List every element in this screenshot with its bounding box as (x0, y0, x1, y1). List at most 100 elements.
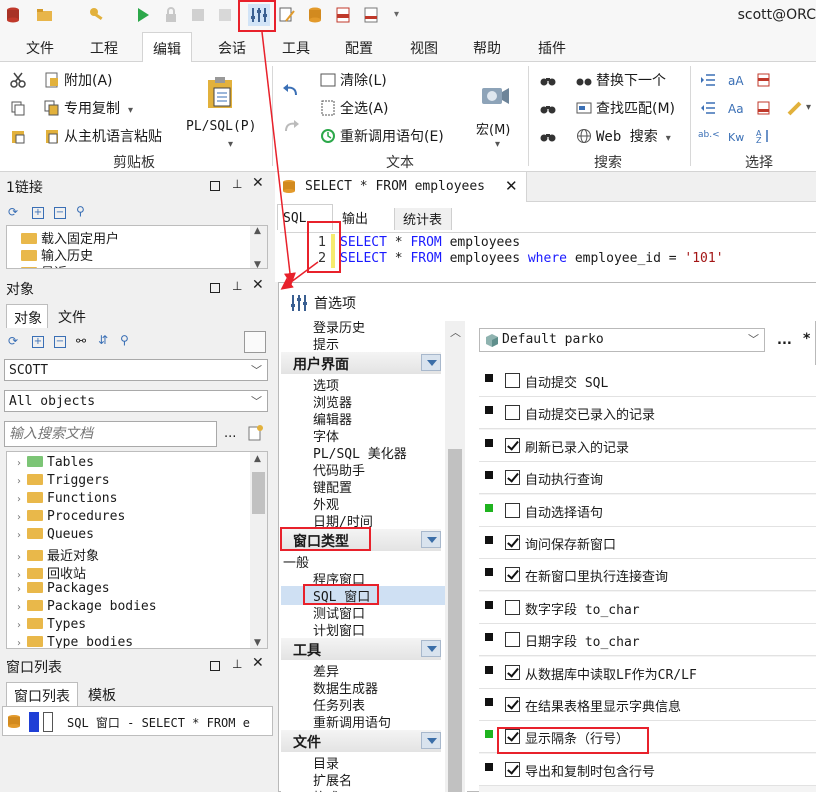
web-search-button[interactable]: Web 搜索 ▾ (576, 126, 671, 146)
editor-tab[interactable]: SELECT * FROM employees ✕ (275, 172, 527, 202)
nav-section[interactable]: 窗口类型 (281, 529, 441, 551)
comment-icon[interactable] (756, 100, 772, 120)
scroll-thumb[interactable] (252, 472, 265, 514)
nav-item[interactable]: 重新调用语句 (313, 712, 391, 731)
tree-node[interactable]: › 回收站 (17, 563, 86, 582)
tree-node[interactable]: › Types (17, 617, 86, 632)
scroll-up-icon[interactable]: ▲ (254, 454, 261, 464)
nav-item[interactable]: 计划窗口 (313, 620, 365, 639)
option-checkbox[interactable] (505, 729, 520, 745)
restore-icon[interactable] (210, 181, 220, 191)
tab-help[interactable]: 帮助 (473, 38, 501, 58)
execute-icon[interactable] (134, 6, 152, 24)
option-checkbox[interactable] (505, 373, 520, 388)
option-checkbox[interactable] (505, 405, 520, 421)
replace-next-button[interactable]: 替换下一个 (576, 70, 666, 90)
tab-statistics[interactable]: 统计表 (394, 208, 452, 230)
list-item[interactable]: SQL 窗口 - SELECT * FROM e (3, 712, 273, 732)
chevron-right-icon[interactable]: › (17, 570, 27, 581)
indent-icon[interactable] (700, 72, 716, 92)
sort-icon[interactable]: AZ (756, 128, 772, 148)
database-icon[interactable] (4, 6, 22, 24)
new-document-icon[interactable] (247, 424, 263, 446)
pin-icon[interactable]: ⊥ (232, 279, 242, 293)
tree-node[interactable]: › Packages (17, 581, 110, 596)
tab-output[interactable]: 输出 (342, 208, 368, 227)
option-checkbox[interactable] (505, 470, 520, 486)
copy-icon[interactable] (10, 100, 26, 120)
add-icon[interactable]: + (32, 207, 44, 219)
schema-select[interactable]: SCOTT ﹀ (4, 359, 268, 381)
collapse-icon[interactable] (421, 354, 441, 371)
more-options-icon[interactable]: ... (224, 426, 236, 441)
scroll-up-icon[interactable]: ︿ (450, 324, 461, 340)
chevron-right-icon[interactable]: › (17, 638, 27, 648)
tree-node[interactable]: › Type bodies (17, 635, 133, 648)
close-icon[interactable]: ✕ (252, 655, 264, 671)
select-all-button[interactable]: 全选(A) (320, 98, 389, 118)
find-icon[interactable]: ⚯ (76, 334, 86, 348)
paste-icon[interactable] (10, 128, 26, 148)
collapse-icon[interactable] (421, 732, 441, 749)
profile-select[interactable]: Default parko ﹀ (479, 328, 765, 352)
tab-window-list[interactable]: 窗口列表 (6, 682, 78, 706)
commit-icon[interactable] (189, 6, 207, 24)
tab-sql[interactable]: SQL (277, 204, 333, 230)
close-icon[interactable]: ✕ (252, 175, 264, 191)
refresh-icon[interactable]: ⟳ (8, 334, 18, 348)
find-previous-icon[interactable] (540, 128, 556, 148)
nav-item[interactable]: 日期/时间 (313, 511, 373, 530)
tab-tools[interactable]: 工具 (282, 38, 310, 58)
refresh-icon[interactable]: ⟳ (8, 205, 18, 219)
find-next-icon[interactable] (540, 100, 556, 120)
lowercase-icon[interactable]: Aa (728, 100, 744, 120)
nav-section[interactable]: 工具 (281, 638, 441, 660)
object-search-input[interactable] (4, 421, 217, 447)
scroll-down-icon[interactable]: ▼ (254, 638, 261, 648)
pin-icon[interactable]: ⊥ (232, 657, 242, 671)
color-swatch-button[interactable] (244, 331, 266, 353)
tree-node[interactable]: › Triggers (17, 473, 110, 488)
chevron-right-icon[interactable]: › (17, 512, 27, 523)
restore-icon[interactable] (210, 283, 220, 293)
collapse-icon[interactable] (421, 531, 441, 548)
option-checkbox[interactable] (505, 664, 520, 680)
tree-node[interactable]: › Procedures (17, 509, 125, 524)
cut-icon[interactable] (10, 72, 26, 92)
option-checkbox[interactable] (505, 697, 520, 712)
tab-files[interactable]: 文件 (58, 307, 86, 327)
uppercase-icon[interactable]: aA (728, 72, 744, 92)
link-icon[interactable]: ⚲ (120, 333, 129, 347)
edit-icon[interactable] (278, 6, 296, 24)
option-checkbox[interactable] (505, 599, 520, 615)
list-item[interactable]: 最近 (21, 262, 67, 268)
paste-from-host-button[interactable]: 从主机语言粘贴 (44, 126, 162, 146)
chevron-right-icon[interactable]: › (17, 494, 27, 505)
customize-dropdown-icon[interactable]: ▾ (394, 9, 412, 27)
nav-section[interactable]: 用户界面 (281, 352, 441, 374)
pin-icon[interactable]: ⊥ (232, 177, 242, 191)
preferences-icon[interactable] (248, 4, 270, 26)
more-options-icon[interactable]: ... (777, 333, 792, 348)
print-icon[interactable] (334, 6, 352, 24)
report-icon[interactable] (362, 6, 380, 24)
asterisk-icon[interactable]: * (803, 331, 810, 347)
remove-icon[interactable]: − (54, 207, 66, 219)
tab-templates[interactable]: 模板 (88, 685, 116, 705)
database-stack-icon[interactable] (306, 6, 324, 24)
tab-plugins[interactable]: 插件 (538, 38, 566, 58)
option-checkbox[interactable] (505, 535, 520, 550)
plsql-clipboard-icon[interactable] (206, 76, 236, 114)
chevron-right-icon[interactable]: › (17, 530, 27, 541)
tab-configure[interactable]: 配置 (345, 38, 373, 58)
tree-node[interactable]: › Tables (17, 455, 94, 470)
connect-icon[interactable]: ⚲ (76, 204, 85, 218)
scroll-down-icon[interactable]: ▼ (254, 260, 261, 268)
option-checkbox[interactable] (505, 632, 520, 648)
macro-button[interactable]: 宏(M) (476, 119, 510, 138)
find-match-button[interactable]: 查找匹配(M) (576, 98, 675, 118)
special-copy-button[interactable]: 专用复制 ▾ (44, 98, 133, 118)
undo-icon[interactable] (282, 82, 300, 102)
recall-statement-button[interactable]: 重新调用语句(E) (320, 126, 444, 146)
scrollbar[interactable]: ︿ (445, 321, 465, 792)
